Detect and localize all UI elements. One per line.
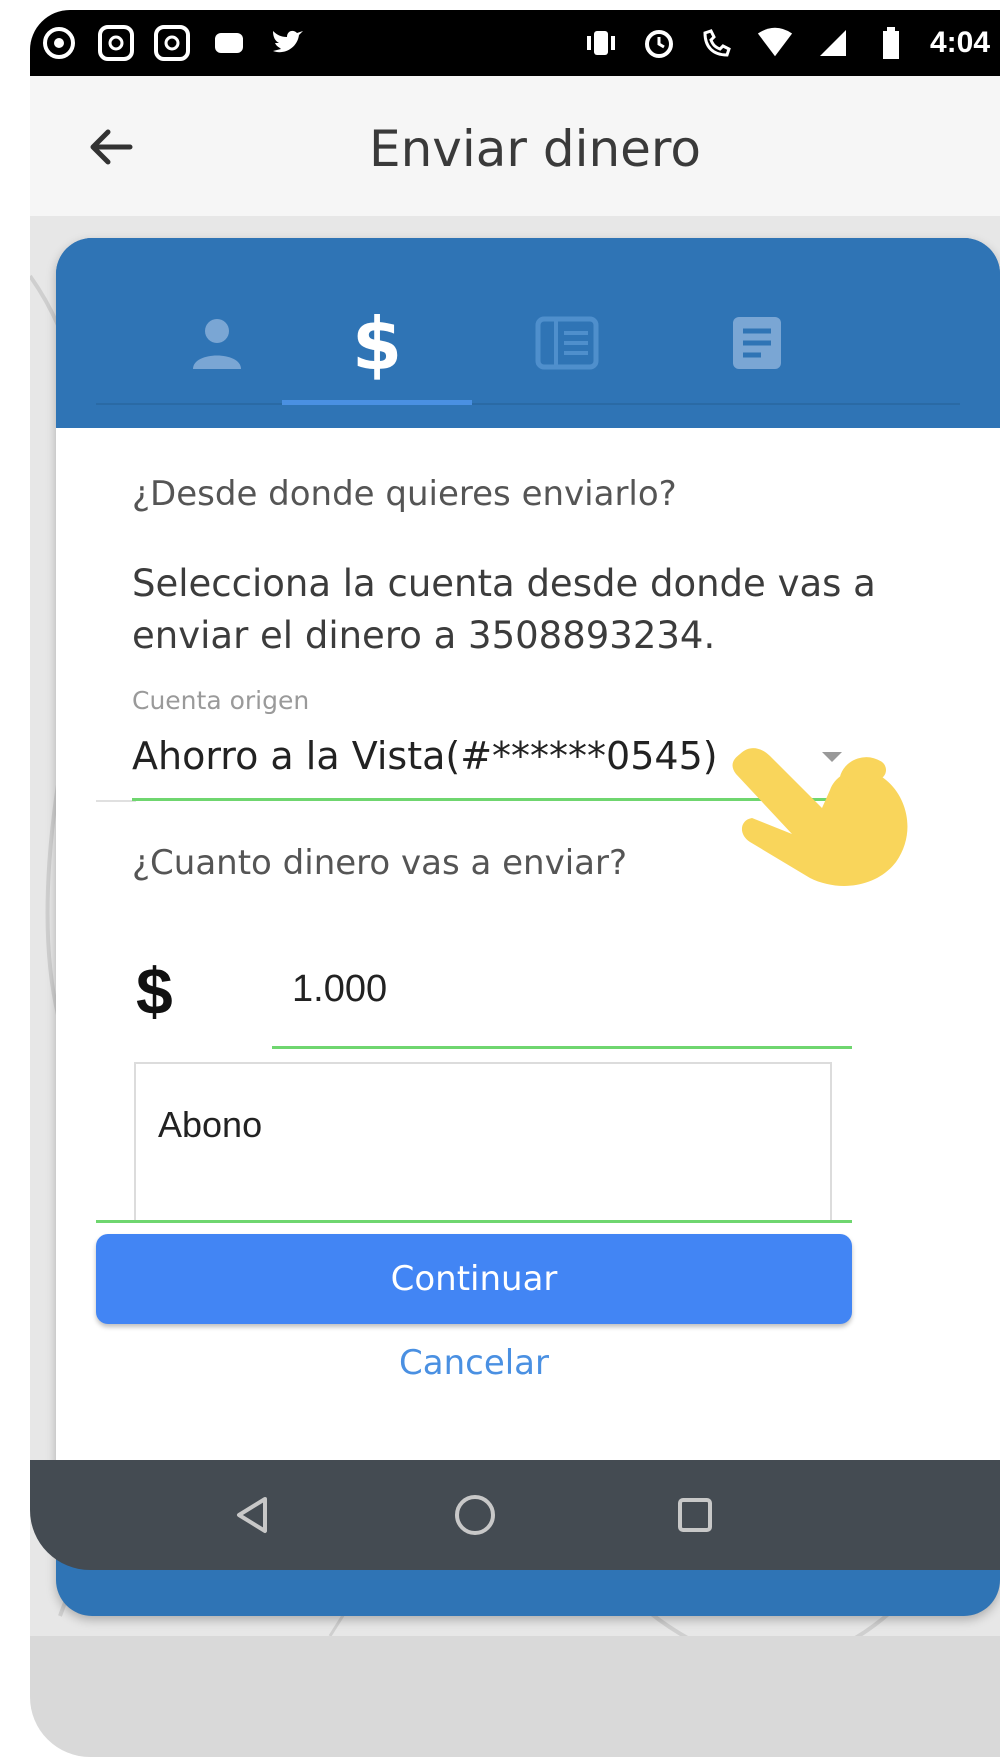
amount-input[interactable]: 1.000: [292, 968, 387, 1011]
step-tabs: $: [56, 238, 1000, 428]
hd-call-icon: [698, 24, 736, 62]
currency-symbol: $: [136, 954, 173, 1028]
vibrate-icon: [582, 24, 620, 62]
tab-recipient[interactable]: [172, 298, 262, 388]
tab-summary[interactable]: [712, 298, 802, 388]
transfer-card: $ ¿Desde donde quieres enviarlo? Selecci…: [56, 238, 1000, 1616]
twitter-icon: [268, 24, 306, 62]
person-icon: [193, 319, 241, 369]
tab-amount[interactable]: $: [332, 298, 422, 388]
battery-icon: [872, 24, 910, 62]
cancel-button[interactable]: Cancelar: [96, 1328, 852, 1398]
recents-nav-icon[interactable]: [670, 1490, 720, 1540]
note-textarea[interactable]: Abono: [134, 1062, 832, 1222]
page-title: Enviar dinero: [369, 120, 701, 178]
whatsapp-icon: [40, 24, 78, 62]
amount-question: ¿Cuanto dinero vas a enviar?: [132, 843, 628, 883]
dollar-icon: $: [352, 303, 402, 383]
transfer-form: ¿Desde donde quieres enviarlo? Seleccion…: [56, 428, 1000, 1532]
origin-question: ¿Desde donde quieres enviarlo?: [132, 474, 677, 514]
home-nav-icon[interactable]: [450, 1490, 500, 1540]
account-select[interactable]: Ahorro a la Vista(#******0545): [132, 734, 718, 778]
origin-description: Selecciona la cuenta desde donde vas a e…: [132, 562, 876, 657]
active-tab-indicator: [282, 400, 472, 405]
instagram-icon: [154, 25, 190, 61]
phone-screen: 4:04 Enviar dinero $ ¿Desde donde quiere…: [30, 10, 1000, 1757]
status-bar: 4:04: [30, 10, 1000, 76]
account-label: Cuenta origen: [132, 686, 310, 715]
svg-text:$: $: [352, 303, 402, 383]
signal-icon: [814, 24, 852, 62]
alarm-icon: [640, 24, 678, 62]
vk-icon: [210, 24, 248, 62]
wifi-icon: [756, 24, 794, 62]
pointing-hand-icon: [726, 738, 916, 898]
field-divider: [96, 800, 136, 802]
amount-input-underline: [272, 1046, 852, 1049]
tab-divider: [96, 403, 960, 405]
receipt-icon: [535, 316, 599, 370]
instagram-icon: [98, 25, 134, 61]
back-nav-icon[interactable]: [228, 1490, 278, 1540]
system-nav-bar: [30, 1460, 1000, 1570]
tab-receipt[interactable]: [522, 298, 612, 388]
note-value: Abono: [158, 1104, 263, 1145]
app-bar: Enviar dinero: [30, 76, 1000, 216]
status-time: 4:04: [929, 26, 990, 59]
continue-button[interactable]: Continuar: [96, 1234, 852, 1324]
note-underline: [96, 1220, 852, 1223]
document-icon: [733, 317, 781, 369]
